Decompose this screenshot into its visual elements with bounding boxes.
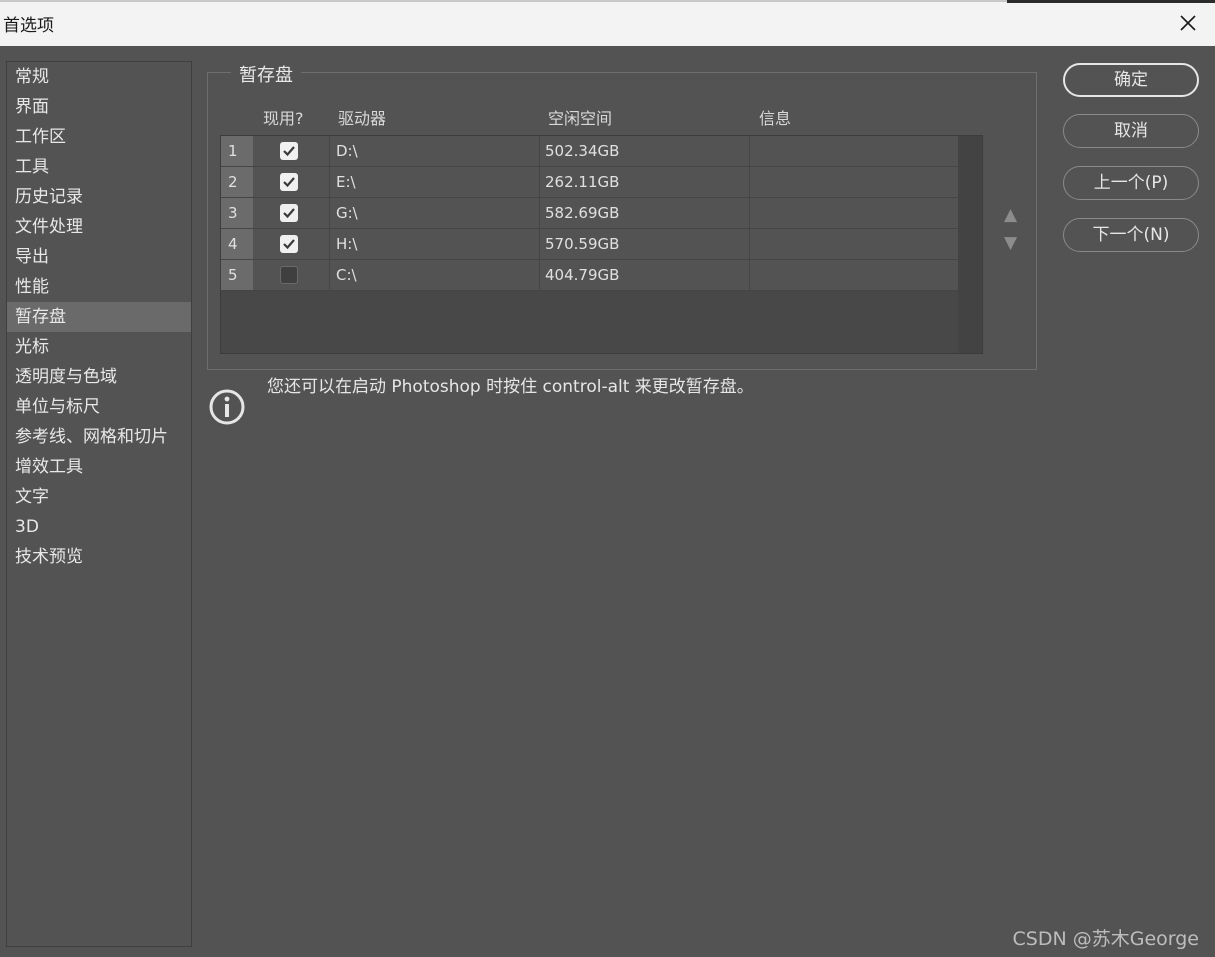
row-number: 5 — [221, 260, 253, 290]
table-row[interactable]: 1 D:\ 502.34GB — [221, 136, 959, 167]
sidebar-item[interactable]: 性能 — [7, 272, 191, 302]
free-space-cell: 570.59GB — [539, 229, 748, 259]
info-icon — [209, 389, 245, 425]
drive-cell: D:\ — [329, 136, 538, 166]
checkmark-icon — [283, 239, 295, 250]
active-cell — [254, 167, 328, 197]
info-cell — [749, 229, 959, 259]
window-title: 首选项 — [3, 16, 54, 36]
free-space-cell: 404.79GB — [539, 260, 748, 290]
drive-cell: G:\ — [329, 198, 538, 228]
next-button[interactable]: 下一个(N) — [1063, 218, 1199, 252]
table-row[interactable]: 2 E:\ 262.11GB — [221, 167, 959, 198]
sidebar-item[interactable]: 界面 — [7, 92, 191, 122]
col-drive-header: 驱动器 — [338, 109, 387, 128]
row-number: 1 — [221, 136, 253, 166]
move-up-button[interactable]: ▲ — [1004, 205, 1017, 225]
category-list: 常规 界面 工作区 工具 历史记录 文件处理 导出 性能 暂存盘 光标 透明度与色域 单位与标尺 参考线… — [6, 61, 192, 947]
close-button[interactable] — [1173, 8, 1203, 38]
info-cell — [749, 198, 959, 228]
table-row[interactable]: 4 H:\ 570.59GB — [221, 229, 959, 260]
sidebar-item[interactable]: 工具 — [7, 152, 191, 182]
sidebar-item[interactable]: 参考线、网格和切片 — [7, 422, 191, 452]
move-down-button[interactable]: ▼ — [1004, 233, 1017, 253]
sidebar-item[interactable]: 文件处理 — [7, 212, 191, 242]
cancel-button[interactable]: 取消 — [1063, 114, 1199, 148]
active-checkbox[interactable] — [280, 235, 298, 253]
free-space-cell: 582.69GB — [539, 198, 748, 228]
sidebar-item[interactable]: 3D — [7, 512, 191, 542]
drive-cell: C:\ — [329, 260, 538, 290]
active-checkbox[interactable] — [280, 142, 298, 160]
title-bar: 首选项 — [0, 0, 1215, 46]
row-number: 2 — [221, 167, 253, 197]
active-checkbox[interactable] — [280, 204, 298, 222]
free-space-cell: 262.11GB — [539, 167, 748, 197]
sidebar-item[interactable]: 文字 — [7, 482, 191, 512]
sidebar-item[interactable]: 工作区 — [7, 122, 191, 152]
active-checkbox[interactable] — [280, 173, 298, 191]
col-active-header: 现用? — [263, 109, 304, 128]
col-info-header: 信息 — [759, 109, 792, 128]
info-cell — [749, 136, 959, 166]
sidebar-item[interactable]: 透明度与色域 — [7, 362, 191, 392]
row-number: 4 — [221, 229, 253, 259]
window-edge — [1007, 0, 1215, 3]
active-cell — [254, 198, 328, 228]
sidebar-item[interactable]: 暂存盘 — [7, 302, 191, 332]
table-scrollbar[interactable] — [958, 136, 982, 353]
sidebar-item[interactable]: 增效工具 — [7, 452, 191, 482]
sidebar-item[interactable]: 单位与标尺 — [7, 392, 191, 422]
table-row[interactable]: 5 C:\ 404.79GB — [221, 260, 959, 291]
sidebar-item[interactable]: 导出 — [7, 242, 191, 272]
group-title: 暂存盘 — [231, 61, 301, 87]
info-cell — [749, 167, 959, 197]
close-icon — [1180, 15, 1196, 31]
row-number: 3 — [221, 198, 253, 228]
sidebar-item[interactable]: 光标 — [7, 332, 191, 362]
free-space-cell: 502.34GB — [539, 136, 748, 166]
checkmark-icon — [283, 208, 295, 219]
checkmark-icon — [283, 177, 295, 188]
watermark: CSDN @苏木George — [1012, 928, 1199, 950]
scratch-disk-table: 1 D:\ 502.34GB 2 E:\ 262.11GB 3 G:\ 582.69GB 4 H:\… — [220, 135, 983, 354]
col-free-header: 空闲空间 — [548, 109, 613, 128]
active-cell — [254, 260, 328, 290]
info-cell — [749, 260, 959, 290]
hint-text: 您还可以在启动 Photoshop 时按住 control-alt 来更改暂存盘… — [267, 377, 754, 397]
previous-button[interactable]: 上一个(P) — [1063, 166, 1199, 200]
active-cell — [254, 136, 328, 166]
table-row[interactable]: 3 G:\ 582.69GB — [221, 198, 959, 229]
sidebar-item[interactable]: 技术预览 — [7, 542, 191, 572]
drive-cell: H:\ — [329, 229, 538, 259]
ok-button[interactable]: 确定 — [1063, 63, 1199, 97]
active-cell — [254, 229, 328, 259]
checkmark-icon — [283, 146, 295, 157]
active-checkbox[interactable] — [280, 266, 298, 284]
sidebar-item[interactable]: 历史记录 — [7, 182, 191, 212]
sidebar-item[interactable]: 常规 — [7, 62, 191, 92]
drive-cell: E:\ — [329, 167, 538, 197]
